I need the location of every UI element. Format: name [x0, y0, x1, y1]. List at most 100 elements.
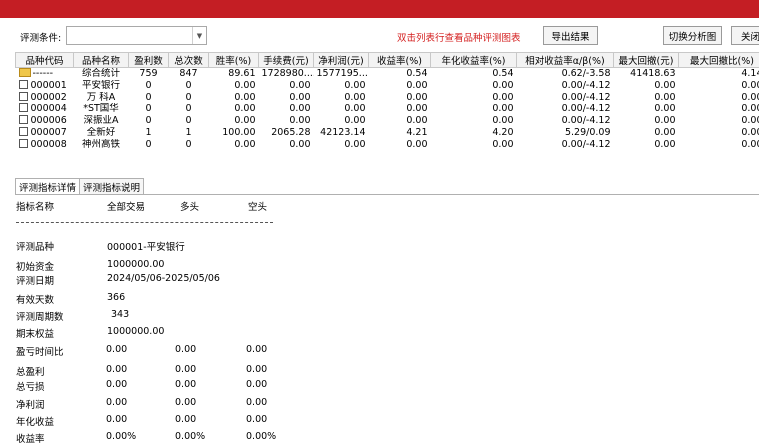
table-cell: 41418.63	[614, 68, 679, 80]
table-cell: 0.00	[314, 103, 369, 115]
table-row[interactable]: 000008 神州高铁 0 0 0.00 0.00 0.00 0.00 0.00 0.00/-4.…	[16, 138, 759, 151]
column-header[interactable]: 品种代码	[15, 52, 74, 68]
cell-text: 1577195...	[316, 68, 368, 79]
cell-text: 000007	[30, 126, 67, 138]
row-checkbox[interactable]	[18, 91, 28, 101]
report-info-row: 评测品种 000001-平安银行	[0, 239, 759, 253]
metric-long: 0.00%	[175, 431, 206, 442]
metric-label: 盈亏时间比	[16, 347, 64, 358]
column-header[interactable]: 年化收益率(%)	[430, 52, 517, 68]
table-row[interactable]: 000004 *ST国华 0 0 0.00 0.00 0.00 0.00 0.00 0.00/-4…	[16, 103, 759, 115]
cell-text: 0.00	[289, 79, 311, 91]
table-row[interactable]: ------ 综合统计 759 847 89.61 1728980.... 1577195.…	[16, 68, 759, 80]
row-checkbox[interactable]	[18, 115, 28, 125]
info-value: 1000000.00	[107, 326, 165, 337]
cell-text: 0	[185, 91, 192, 103]
table-cell: 0	[169, 92, 209, 104]
table-row[interactable]: 000001 平安银行 0 0 0.00 0.00 0.00 0.00 0.00 0.00/-4.…	[16, 79, 759, 92]
cell-text: 0.00	[492, 79, 514, 91]
table-cell: *ST国华	[74, 103, 129, 115]
report-info-row: 评测周期数 343	[0, 309, 759, 323]
metric-all: 0.00%	[106, 431, 137, 442]
cell-text: 0	[185, 138, 192, 150]
report-metric-row: 总盈利 0.00 0.00 0.00	[0, 364, 759, 378]
report-info-row: 期末权益 1000000.00	[0, 326, 759, 340]
cell-text: 0.00	[654, 103, 676, 115]
column-header[interactable]: 最大回撤(元)	[613, 52, 679, 68]
metric-long: 0.00	[175, 344, 197, 355]
table-cell: 0.00	[369, 103, 431, 115]
cell-text: 0.00	[741, 91, 759, 103]
column-header[interactable]: 胜率(%)	[208, 52, 259, 68]
cell-text: 0.00	[492, 138, 514, 150]
report-header-long: 多头	[180, 202, 200, 213]
info-label: 评测周期数	[16, 311, 64, 323]
chevron-down-icon[interactable]: ▼	[192, 27, 206, 44]
table-cell: 0.00/-4.12	[517, 80, 614, 92]
cell-text: 0.62/-3.58	[561, 68, 611, 79]
export-button[interactable]: 导出结果	[543, 26, 598, 45]
cell-text: 0.00/-4.12	[561, 115, 611, 127]
column-header[interactable]: 总次数	[168, 52, 209, 68]
table-cell: 5.29/0.09	[517, 127, 614, 139]
table-cell: 深振业A	[74, 115, 129, 127]
row-checkbox[interactable]	[18, 126, 28, 136]
column-header[interactable]: 手续费(元)	[258, 52, 314, 68]
table-cell: 0.00/-4.12	[517, 92, 614, 104]
table-cell: 000001	[16, 79, 74, 92]
table-cell: 0	[129, 103, 169, 115]
column-header[interactable]: 净利润(元)	[313, 52, 369, 68]
report-metric-row: 年化收益 0.00 0.00 0.00	[0, 414, 759, 428]
column-header[interactable]: 品种名称	[73, 52, 129, 68]
table-row[interactable]: 000006 深振业A 0 0 0.00 0.00 0.00 0.00 0.00 0.00/-4.…	[16, 115, 759, 127]
column-header[interactable]: 相对收益率α/β(%)	[516, 52, 614, 68]
column-header[interactable]: 收益率(%)	[368, 52, 431, 68]
table-cell: 0.00/-4.12	[517, 115, 614, 127]
table-row[interactable]: 000002 万 科A 0 0 0.00 0.00 0.00 0.00 0.00 0.00/-4.…	[16, 91, 759, 104]
cell-text: 0.00	[654, 126, 676, 138]
metric-label: 净利润	[16, 399, 45, 411]
cell-text: 1	[185, 126, 192, 138]
row-checkbox[interactable]	[18, 138, 28, 148]
column-header[interactable]: 最大回撤比(%)	[678, 52, 759, 68]
table-cell: 0.00	[614, 103, 679, 115]
report-info-row: 评测日期 2024/05/06-2025/05/06	[0, 273, 759, 287]
cell-text: 0.00/-4.12	[561, 138, 611, 150]
cell-text: 0.00	[492, 103, 514, 115]
table-cell: 0.00	[209, 92, 259, 104]
cell-text: 0.00	[654, 138, 676, 150]
condition-select[interactable]: ▼	[66, 26, 207, 45]
dashed-divider	[16, 222, 273, 223]
row-checkbox[interactable]	[18, 103, 28, 113]
cell-text: 42123.14	[320, 126, 366, 138]
table-cell: 0.00	[614, 127, 679, 139]
cell-text: 0.00	[741, 115, 759, 127]
cell-text: 0	[145, 103, 152, 115]
cell-text: 000002	[30, 91, 67, 103]
cell-text: 0.00	[654, 115, 676, 127]
results-table[interactable]: 品种代码 品种名称 盈利数 总次数 胜率(%) 手续费(元) 净利润(元) 收益率(%) 年化收…	[15, 52, 759, 165]
table-cell: 0.00	[259, 92, 314, 104]
tab-metric-details[interactable]: 评测指标详情	[15, 178, 81, 195]
table-cell: 4.20	[431, 127, 517, 139]
table-cell: 0	[169, 115, 209, 127]
cell-text: 平安银行	[81, 79, 120, 91]
table-cell: 0.00	[314, 115, 369, 127]
switch-chart-button[interactable]: 切换分析图	[663, 26, 722, 45]
metric-label: 总盈利	[16, 366, 45, 378]
column-header[interactable]: 盈利数	[128, 52, 169, 68]
cell-text: 000006	[30, 115, 67, 127]
row-checkbox[interactable]	[18, 79, 28, 89]
table-cell: 4.21	[369, 127, 431, 139]
table-row[interactable]: 000007 全新好 1 1 100.00 2065.28 42123.14 4.21 4.20…	[16, 126, 759, 139]
table-cell: 0.00	[314, 139, 369, 151]
cell-text: 0.00	[344, 115, 366, 127]
table-cell: 0.00/-4.12	[517, 139, 614, 151]
table-cell: 全新好	[74, 127, 129, 139]
tab-metric-explanation[interactable]: 评测指标说明	[79, 178, 145, 195]
table-cell: 0.00	[259, 103, 314, 115]
table-cell: 0.00	[614, 115, 679, 127]
cell-text: 0	[185, 79, 192, 91]
metric-long: 0.00	[175, 396, 197, 408]
close-button[interactable]: 关闭	[731, 26, 759, 45]
